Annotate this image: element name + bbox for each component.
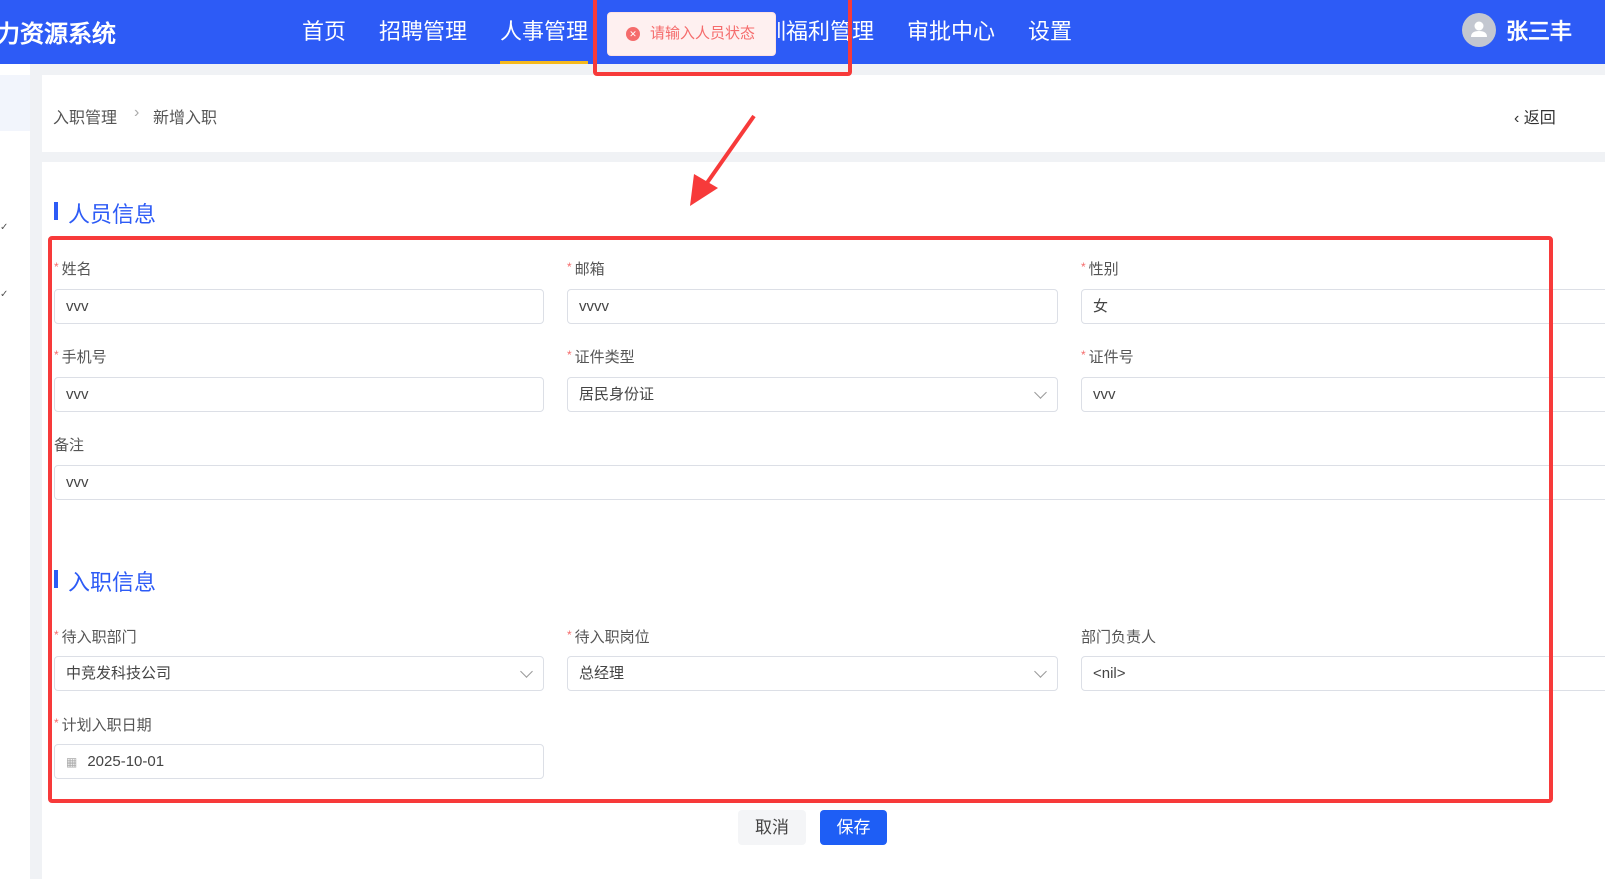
label-name: * 姓名 xyxy=(54,260,92,278)
label-id-number: * 证件号 xyxy=(1081,348,1134,366)
section-marker xyxy=(54,202,58,220)
phone-input[interactable]: vvv xyxy=(54,377,544,412)
email-input[interactable]: vvvv xyxy=(567,289,1058,324)
label-manager: 部门负责人 xyxy=(1081,629,1157,646)
error-circle-icon: ✕ xyxy=(626,27,640,41)
label-onboard-date: * 计划入职日期 xyxy=(54,716,152,734)
position-value: 总经理 xyxy=(579,665,625,682)
date-value: 2025-10-01 xyxy=(87,753,165,770)
check-icon: ✓ xyxy=(0,289,9,300)
gender-select[interactable]: 女 xyxy=(1081,289,1605,324)
sidebar-active-item[interactable] xyxy=(0,75,30,131)
onboard-date-picker[interactable]: ▦ 2025-10-01 xyxy=(54,744,544,779)
label-id-type: * 证件类型 xyxy=(567,348,635,366)
id-type-value: 居民身份证 xyxy=(579,386,655,403)
label-position: * 待入职岗位 xyxy=(567,628,650,646)
label-gender: * 性别 xyxy=(1081,260,1119,278)
error-toast: ✕ 请输入人员状态 xyxy=(607,12,776,56)
check-icon: ✓ xyxy=(0,222,9,233)
nav-home[interactable]: 首页 xyxy=(302,14,346,46)
nav-personnel[interactable]: 人事管理 xyxy=(500,14,589,64)
section-title-personal: 人员信息 xyxy=(68,202,157,227)
cancel-button[interactable]: 取消 xyxy=(738,810,806,845)
breadcrumb-separator-icon: › xyxy=(134,104,140,121)
breadcrumb-bar xyxy=(42,75,1605,152)
position-select[interactable]: 总经理 xyxy=(567,656,1058,691)
breadcrumb-current: 新增入职 xyxy=(153,110,218,127)
user-name[interactable]: 张三丰 xyxy=(1506,14,1572,46)
label-phone: * 手机号 xyxy=(54,348,107,366)
annotation-arrow-icon xyxy=(690,114,756,206)
nav-approval[interactable]: 审批中心 xyxy=(907,14,995,46)
toast-message: 请输入人员状态 xyxy=(650,25,756,42)
breadcrumb-item[interactable]: 入职管理 xyxy=(53,104,117,128)
save-button[interactable]: 保存 xyxy=(820,810,887,845)
avatar[interactable] xyxy=(1462,13,1496,47)
user-icon xyxy=(1471,21,1487,37)
back-label: 返回 xyxy=(1523,110,1556,127)
nav-recruitment[interactable]: 招聘管理 xyxy=(379,14,467,46)
section-marker xyxy=(54,570,58,588)
label-remark: 备注 xyxy=(54,437,85,454)
department-select[interactable]: 中竞发科技公司 xyxy=(54,656,544,691)
nav-settings[interactable]: 设置 xyxy=(1028,14,1072,46)
label-department: * 待入职部门 xyxy=(54,628,137,646)
gender-value: 女 xyxy=(1093,298,1109,315)
chevron-down-icon xyxy=(1034,386,1047,399)
name-input[interactable]: vvv xyxy=(54,289,544,324)
chevron-left-icon: ‹ xyxy=(1514,110,1524,127)
remark-input[interactable]: vvv xyxy=(54,465,1605,500)
manager-input[interactable]: <nil> xyxy=(1081,656,1605,691)
chevron-down-icon xyxy=(520,665,533,678)
section-title-onboarding: 入职信息 xyxy=(68,570,157,595)
id-number-input[interactable]: vvv xyxy=(1081,377,1605,412)
chevron-down-icon xyxy=(1034,665,1047,678)
label-email: * 邮箱 xyxy=(567,260,605,278)
back-button[interactable]: ‹ 返回 xyxy=(1514,104,1556,128)
sidebar xyxy=(0,64,30,879)
calendar-icon: ▦ xyxy=(66,755,78,769)
app-title: 力资源系统 xyxy=(0,21,116,48)
id-type-select[interactable]: 居民身份证 xyxy=(567,377,1058,412)
department-value: 中竞发科技公司 xyxy=(66,665,172,682)
top-navbar: 力资源系统 首页 招聘管理 人事管理 培训福利管理 审批中心 设置 张三丰 xyxy=(0,0,1605,64)
